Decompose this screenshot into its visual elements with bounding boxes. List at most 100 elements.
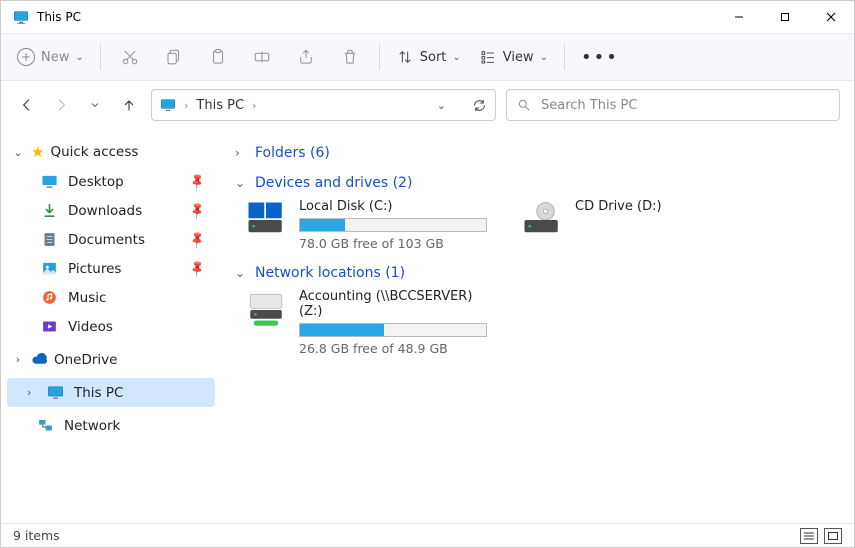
- sidebar-item-downloads[interactable]: Downloads 📌: [7, 196, 215, 225]
- network-drive-icon: [245, 289, 287, 331]
- thispc-icon: [47, 384, 64, 401]
- recent-locations-button[interactable]: [83, 93, 107, 117]
- thispc-icon: [13, 9, 29, 25]
- ellipsis-icon: •••: [581, 47, 619, 68]
- drive-item-c[interactable]: Local Disk (C:) 78.0 GB free of 103 GB: [245, 199, 495, 251]
- new-button[interactable]: + New ⌄: [11, 40, 90, 74]
- videos-icon: [41, 318, 58, 335]
- view-button[interactable]: View ⌄: [473, 40, 554, 74]
- sidebar-item-network[interactable]: Network: [7, 411, 215, 440]
- sidebar-item-label: This PC: [74, 385, 123, 401]
- sidebar-item-label: Music: [68, 290, 106, 306]
- paste-icon: [209, 48, 227, 66]
- chevron-right-icon[interactable]: ›: [252, 99, 256, 112]
- cd-drive-icon: [521, 199, 563, 241]
- close-button[interactable]: [808, 1, 854, 33]
- sidebar-item-onedrive[interactable]: › OneDrive: [7, 345, 215, 374]
- section-folders[interactable]: › Folders (6): [235, 139, 840, 169]
- navigation-pane[interactable]: ⌄ ★ Quick access Desktop 📌 Downloads 📌 D…: [1, 129, 221, 523]
- cut-button[interactable]: [111, 40, 149, 74]
- drive-item-d[interactable]: CD Drive (D:): [521, 199, 771, 251]
- pin-icon: 📌: [187, 258, 207, 278]
- desktop-icon: [41, 173, 58, 190]
- chevron-right-icon: ›: [27, 386, 37, 399]
- sidebar-item-documents[interactable]: Documents 📌: [7, 225, 215, 254]
- search-icon: [517, 98, 531, 112]
- thispc-icon: [160, 97, 176, 113]
- pin-icon: 📌: [187, 200, 207, 220]
- chevron-right-icon: ›: [235, 146, 249, 160]
- copy-button[interactable]: [155, 40, 193, 74]
- window-title-area: This PC: [1, 9, 81, 25]
- section-label: Network locations (1): [255, 265, 405, 281]
- separator: [564, 44, 565, 70]
- star-icon: ★: [31, 143, 44, 161]
- sort-icon: [396, 48, 414, 66]
- trash-icon: [341, 48, 359, 66]
- chevron-right-icon[interactable]: ›: [184, 99, 188, 112]
- chevron-down-icon: ⌄: [11, 146, 25, 159]
- pin-icon: 📌: [187, 229, 207, 249]
- chevron-down-icon: ⌄: [75, 52, 83, 63]
- sidebar-item-label: Videos: [68, 319, 113, 335]
- pictures-icon: [41, 260, 58, 277]
- sidebar-item-pictures[interactable]: Pictures 📌: [7, 254, 215, 283]
- sort-label: Sort: [420, 50, 447, 65]
- share-button[interactable]: [287, 40, 325, 74]
- sidebar-item-videos[interactable]: Videos: [7, 312, 215, 341]
- more-button[interactable]: •••: [575, 40, 625, 74]
- titlebar: This PC: [1, 1, 854, 33]
- chevron-down-icon: ⌄: [235, 266, 249, 280]
- address-bar[interactable]: › This PC › ⌄: [151, 89, 496, 121]
- plus-icon: +: [17, 48, 35, 66]
- back-button[interactable]: [15, 93, 39, 117]
- sort-button[interactable]: Sort ⌄: [390, 40, 467, 74]
- view-icon: [479, 48, 497, 66]
- sidebar-item-label: OneDrive: [54, 352, 117, 368]
- refresh-icon[interactable]: [472, 98, 487, 113]
- separator: [379, 44, 380, 70]
- drive-name: Local Disk (C:): [299, 199, 487, 214]
- status-text: 9 items: [13, 528, 60, 543]
- sidebar-item-label: Desktop: [68, 174, 124, 190]
- section-network-locations[interactable]: ⌄ Network locations (1): [235, 259, 840, 289]
- scissors-icon: [121, 48, 139, 66]
- drive-free-text: 26.8 GB free of 48.9 GB: [299, 341, 495, 356]
- up-button[interactable]: [117, 93, 141, 117]
- section-devices[interactable]: ⌄ Devices and drives (2): [235, 169, 840, 199]
- sidebar-item-quick-access[interactable]: ⌄ ★ Quick access: [7, 137, 215, 167]
- content-pane[interactable]: › Folders (6) ⌄ Devices and drives (2) L…: [221, 129, 854, 523]
- view-label: View: [503, 50, 534, 65]
- chevron-right-icon: ›: [11, 353, 25, 366]
- new-label: New: [41, 50, 69, 65]
- sidebar-item-thispc[interactable]: › This PC: [7, 378, 215, 407]
- document-icon: [41, 231, 58, 248]
- maximize-button[interactable]: [762, 1, 808, 33]
- sidebar-item-label: Documents: [68, 232, 145, 248]
- delete-button[interactable]: [331, 40, 369, 74]
- usage-bar: [299, 323, 487, 337]
- breadcrumb[interactable]: This PC: [196, 98, 244, 113]
- address-dropdown-icon[interactable]: ⌄: [437, 99, 446, 112]
- window-title: This PC: [37, 10, 81, 24]
- forward-button[interactable]: [49, 93, 73, 117]
- rename-button[interactable]: [243, 40, 281, 74]
- sidebar-item-music[interactable]: Music: [7, 283, 215, 312]
- toolbar: + New ⌄ Sort ⌄ View ⌄ •••: [1, 33, 854, 81]
- search-input[interactable]: Search This PC: [506, 89, 840, 121]
- sidebar-item-label: Quick access: [50, 144, 138, 160]
- sidebar-item-label: Network: [64, 418, 120, 434]
- separator: [100, 44, 101, 70]
- window-controls: [716, 1, 854, 33]
- drive-item-z[interactable]: Accounting (\\BCCSERVER) (Z:) 26.8 GB fr…: [245, 289, 495, 356]
- status-bar: 9 items: [1, 523, 854, 547]
- sidebar-item-desktop[interactable]: Desktop 📌: [7, 167, 215, 196]
- local-disk-icon: [245, 199, 287, 241]
- address-bar-row: › This PC › ⌄ Search This PC: [1, 81, 854, 129]
- large-icons-view-button[interactable]: [824, 528, 842, 544]
- details-view-button[interactable]: [800, 528, 818, 544]
- section-label: Folders (6): [255, 145, 330, 161]
- pin-icon: 📌: [187, 171, 207, 191]
- paste-button[interactable]: [199, 40, 237, 74]
- minimize-button[interactable]: [716, 1, 762, 33]
